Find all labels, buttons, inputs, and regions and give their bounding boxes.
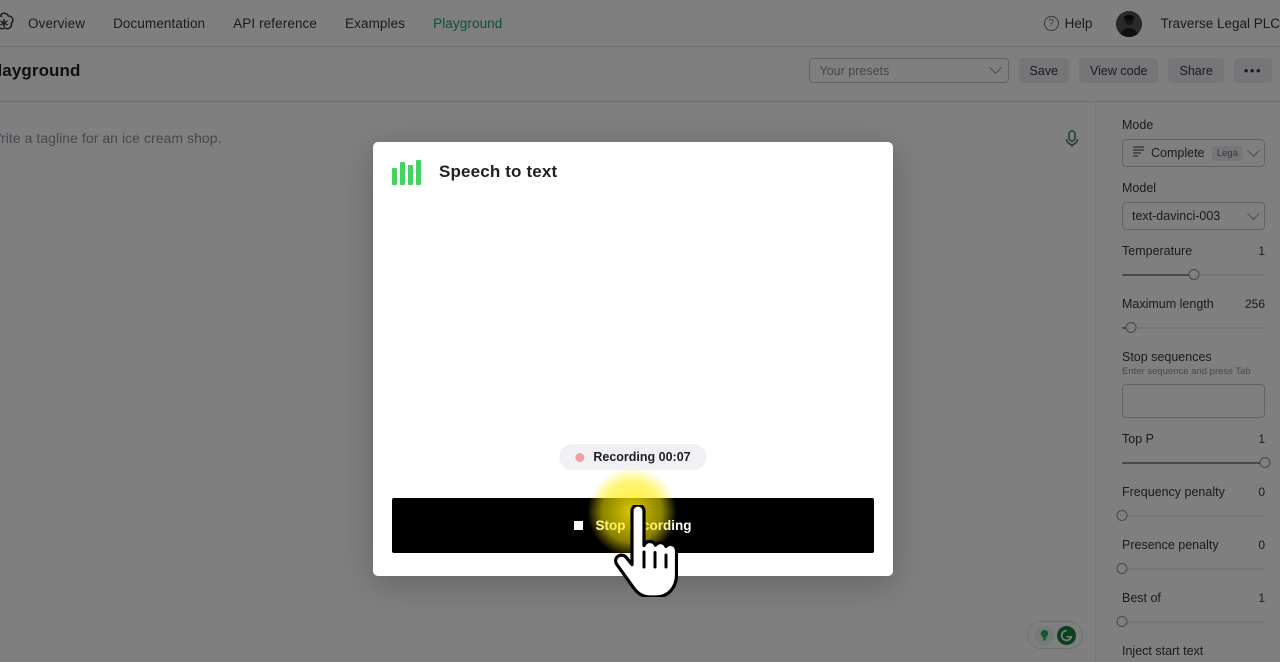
stop-recording-button[interactable]: Stop recording	[392, 498, 874, 553]
audio-waveform-icon	[392, 159, 424, 185]
screen: Overview Documentation API reference Exa…	[0, 0, 1280, 662]
stop-square-icon	[574, 521, 584, 530]
dialog-header: Speech to text	[373, 142, 893, 185]
dialog-title: Speech to text	[439, 162, 558, 181]
stop-recording-label: Stop recording	[595, 518, 692, 533]
speech-to-text-dialog: Speech to text Recording 00:07 Stop reco…	[373, 142, 893, 576]
recording-indicator-dot	[575, 452, 585, 462]
recording-status-text: Recording 00:07	[593, 450, 691, 464]
recording-status-badge: Recording 00:07	[559, 444, 707, 470]
